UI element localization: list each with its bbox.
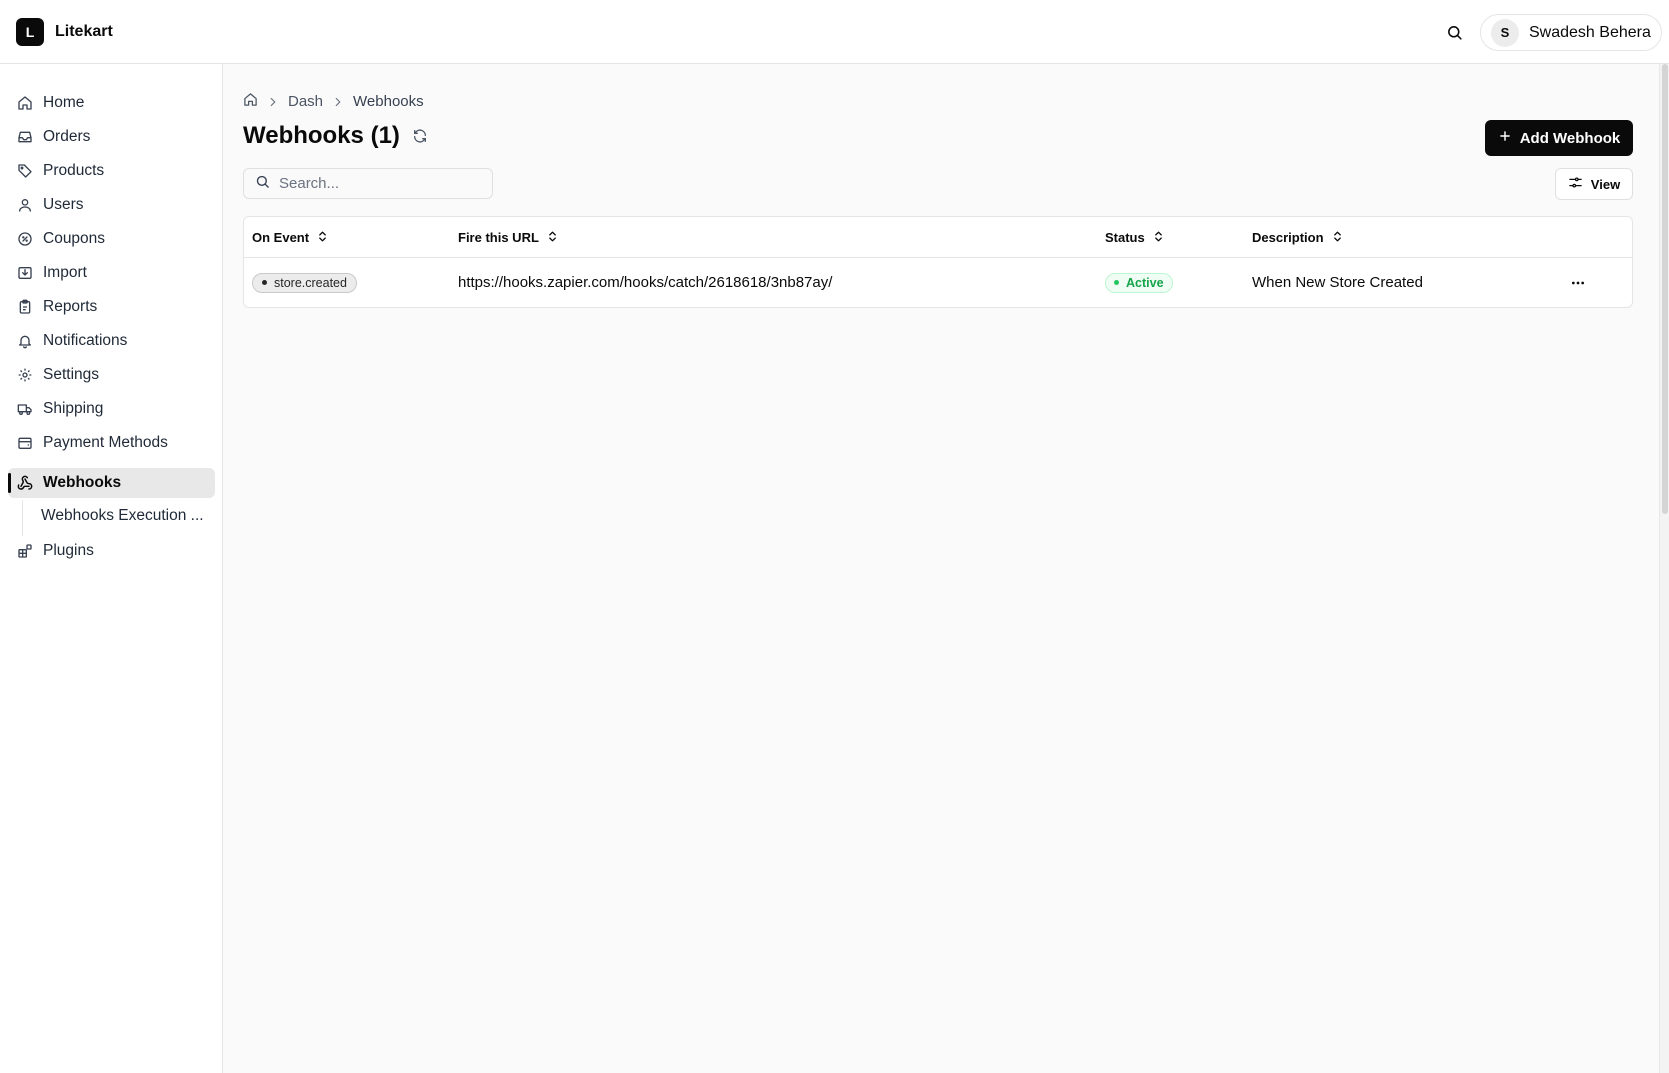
sort-icon [1152,230,1165,246]
sidebar-item-shipping[interactable]: Shipping [8,394,215,424]
column-header-on-event[interactable]: On Event [252,217,329,258]
sidebar-item-webhooks[interactable]: Webhooks [8,468,215,498]
sort-icon [316,230,329,246]
table-header: On Event Fire this URL Status Descriptio… [244,217,1632,258]
main-content: Dash Webhooks Webhooks (1) Add Webhook V… [223,64,1659,1073]
bell-icon [16,333,33,350]
sidebar-item-products[interactable]: Products [8,156,215,186]
gear-icon [16,367,33,384]
sidebar-item-label: Users [43,196,84,213]
view-button-label: View [1590,176,1621,192]
inbox-icon [16,129,33,146]
webhook-icon [16,475,33,492]
breadcrumb: Dash Webhooks [243,92,424,111]
sidebar: Home Orders Products Users Coupons Impor… [0,64,223,1073]
sidebar-subitem-webhooks-execution[interactable]: Webhooks Execution ... [34,502,209,530]
sidebar-item-coupons[interactable]: Coupons [8,224,215,254]
event-badge: store.created [252,272,357,293]
column-header-description[interactable]: Description [1252,217,1344,258]
sidebar-item-label: Webhooks [43,474,122,491]
status-label: Active [1126,275,1164,290]
search-icon [255,174,270,194]
event-cell: store.created [252,258,357,307]
view-options-button[interactable]: View [1555,168,1633,200]
sidebar-item-reports[interactable]: Reports [8,292,215,322]
brand-name: Litekart [55,23,113,40]
top-bar: L Litekart S Swadesh Behera [0,0,1669,64]
column-label: Status [1105,230,1145,245]
sidebar-item-payment-methods[interactable]: Payment Methods [8,428,215,458]
sidebar-item-import[interactable]: Import [8,258,215,288]
sidebar-item-label: Settings [43,366,100,383]
sidebar-item-label: Notifications [43,332,128,349]
coupon-icon [16,231,33,248]
search-field[interactable] [243,168,493,199]
avatar: S [1491,18,1519,47]
chevron-right-icon [266,95,280,109]
home-icon [16,95,33,112]
sidebar-item-label: Plugins [43,542,94,559]
breadcrumb-dash[interactable]: Dash [288,93,323,110]
sidebar-item-home[interactable]: Home [8,88,215,118]
plus-icon [1498,129,1512,147]
more-options-icon[interactable] [1564,269,1592,297]
row-actions-cell [1564,258,1592,307]
breadcrumb-home-icon[interactable] [243,92,258,111]
column-header-status[interactable]: Status [1105,217,1165,258]
sidebar-item-users[interactable]: Users [8,190,215,220]
page-title: Webhooks (1) [243,122,400,149]
table-row[interactable]: store.created https://hooks.zapier.com/h… [244,258,1632,307]
breadcrumb-current: Webhooks [353,93,424,110]
sidebar-item-label: Payment Methods [43,434,168,451]
add-webhook-button[interactable]: Add Webhook [1485,120,1633,156]
tag-icon [16,163,33,180]
truck-icon [16,401,33,418]
sidebar-item-orders[interactable]: Orders [8,122,215,152]
column-label: Fire this URL [458,230,539,245]
sidebar-item-settings[interactable]: Settings [8,360,215,390]
add-webhook-label: Add Webhook [1519,129,1621,147]
webhooks-table: On Event Fire this URL Status Descriptio… [243,216,1633,308]
status-dot [1114,280,1119,285]
column-label: Description [1252,230,1324,245]
user-name: Swadesh Behera [1529,23,1651,41]
url-cell: https://hooks.zapier.com/hooks/catch/261… [458,274,833,291]
import-icon [16,265,33,282]
column-header-url[interactable]: Fire this URL [458,217,559,258]
brand[interactable]: L Litekart [16,18,113,46]
event-dot [262,280,267,285]
sidebar-item-label: Orders [43,128,91,145]
sidebar-item-plugins[interactable]: Plugins [8,536,215,566]
sidebar-item-label: Reports [43,298,98,315]
event-label: store.created [274,275,347,290]
wallet-icon [16,435,33,452]
clipboard-icon [16,299,33,316]
refresh-icon[interactable] [410,126,430,146]
sidebar-item-label: Coupons [43,230,106,247]
search-input[interactable] [279,175,479,192]
scrollbar[interactable] [1659,64,1669,1073]
scrollbar-thumb[interactable] [1662,64,1668,514]
description-cell: When New Store Created [1252,274,1423,291]
sidebar-item-label: Shipping [43,400,104,417]
sort-icon [546,230,559,246]
status-cell: Active [1105,258,1173,307]
sort-icon [1331,230,1344,246]
brand-logo: L [16,18,44,46]
sliders-icon [1568,175,1583,193]
user-menu-button[interactable]: S Swadesh Behera [1480,14,1662,51]
sidebar-item-notifications[interactable]: Notifications [8,326,215,356]
search-icon[interactable] [1440,18,1468,46]
page-header: Webhooks (1) [243,122,430,150]
column-label: On Event [252,230,310,245]
sidebar-item-label: Home [43,94,85,111]
subnav-divider [22,500,23,536]
chevron-right-icon [331,95,345,109]
status-badge: Active [1105,272,1173,293]
user-icon [16,197,33,214]
blocks-icon [16,543,33,560]
sidebar-item-label: Products [43,162,105,179]
sidebar-item-label: Import [43,264,87,281]
